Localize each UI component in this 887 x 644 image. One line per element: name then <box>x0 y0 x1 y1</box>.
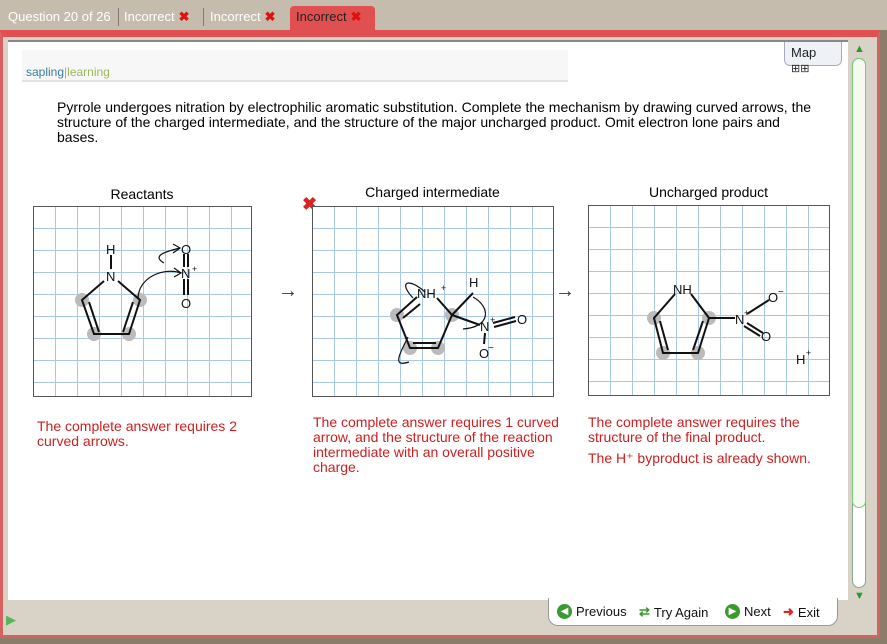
charge-plus: + <box>806 348 811 358</box>
atom-N: N <box>480 319 489 334</box>
play-icon[interactable]: ▶ <box>6 612 16 628</box>
navigation-bar: ◀ Previous ⇄ Try Again ▶ Next ➜ Exit <box>548 598 838 626</box>
atom-NH: NH <box>417 286 436 301</box>
reaction-arrow: → <box>278 280 298 302</box>
tab-attempt-3[interactable]: Incorrect ✖ <box>290 6 376 30</box>
exit-button[interactable]: ➜ Exit <box>783 604 820 620</box>
charge-plus: + <box>441 283 446 293</box>
charge-plus: + <box>490 315 495 325</box>
charge-plus: + <box>192 264 197 274</box>
panel-title-product: Uncharged product <box>648 184 769 200</box>
charge-minus: − <box>778 287 784 298</box>
scroll-down-icon[interactable]: ▼ <box>854 590 865 602</box>
question-counter: Question 20 of 26 <box>8 9 111 24</box>
question-content: sapling|learning Map ⊞⊞ Pyrrole undergoe… <box>8 40 848 600</box>
intermediate-drawing-canvas[interactable]: NH + H N + O O − <box>312 206 554 397</box>
question-text: Pyrrole undergoes nitration by electroph… <box>57 99 812 145</box>
atom-O: O <box>181 242 191 257</box>
atom-O: O <box>181 296 191 311</box>
charge-plus: + <box>744 308 749 318</box>
feedback-reactants: The complete answer requires 2 curved ar… <box>37 418 237 449</box>
atom-N: N <box>181 266 190 281</box>
atom-N: N <box>735 312 744 327</box>
tab-label: Incorrect <box>124 9 175 24</box>
exit-label: Exit <box>797 604 820 620</box>
feedback-product-byproduct: The H⁺ byproduct is already shown. <box>588 450 811 466</box>
atom-O: O <box>517 312 527 327</box>
incorrect-x-icon: ✖ <box>350 9 362 24</box>
atom-O: O <box>761 329 771 344</box>
product-drawing-canvas[interactable]: NH N + O − O H + <box>588 205 830 396</box>
vertical-scrollbar[interactable]: ▲ ▼ <box>850 40 868 605</box>
arrow-left-icon: ◀ <box>557 604 572 619</box>
reactants-drawing-canvas[interactable]: H N O N + O <box>33 206 252 397</box>
atom-H: H <box>106 242 115 257</box>
previous-button[interactable]: ◀ Previous <box>557 604 627 619</box>
next-button[interactable]: ▶ Next <box>725 604 771 619</box>
previous-label: Previous <box>576 604 627 619</box>
exit-door-icon: ➜ <box>783 604 794 619</box>
panel-title-intermediate: Charged intermediate <box>365 184 500 200</box>
question-tab-bar: Question 20 of 26 Incorrect ✖ Incorrect ✖ … <box>0 0 887 30</box>
feedback-intermediate: The complete answer requires 1 curved ar… <box>313 414 559 475</box>
map-button[interactable]: Map ⊞⊞ <box>784 42 842 75</box>
incorrect-x-icon: ✖ <box>264 9 276 24</box>
atom-O: O <box>768 290 778 305</box>
tab-label: Incorrect <box>210 9 261 24</box>
atom-H-byproduct: H <box>796 352 805 367</box>
atom-NH: NH <box>673 282 692 297</box>
tab-label: Incorrect <box>296 9 347 24</box>
refresh-icon: ⇄ <box>639 604 650 619</box>
panel-title-reactants: Reactants <box>110 186 174 202</box>
sapling-learning-logo: sapling|learning <box>22 50 568 82</box>
charge-minus: − <box>488 343 494 354</box>
feedback-product: The complete answer requires the structu… <box>588 414 800 445</box>
atom-N: N <box>106 269 115 284</box>
incorrect-x-icon: ✖ <box>178 9 190 24</box>
reaction-arrow: → <box>555 280 575 302</box>
try-again-button[interactable]: ⇄ Try Again <box>639 604 708 620</box>
map-label: Map <box>791 45 817 60</box>
try-again-label: Try Again <box>653 604 709 620</box>
next-label: Next <box>744 604 771 619</box>
scroll-thumb[interactable] <box>852 58 866 508</box>
scroll-up-icon[interactable]: ▲ <box>854 43 865 55</box>
arrow-right-icon: ▶ <box>725 604 740 619</box>
tab-attempt-2[interactable]: Incorrect ✖ <box>204 6 281 30</box>
tab-attempt-1[interactable]: Incorrect ✖ <box>118 6 195 30</box>
atom-H: H <box>469 275 478 290</box>
map-tree-icon: ⊞⊞ <box>791 63 810 75</box>
